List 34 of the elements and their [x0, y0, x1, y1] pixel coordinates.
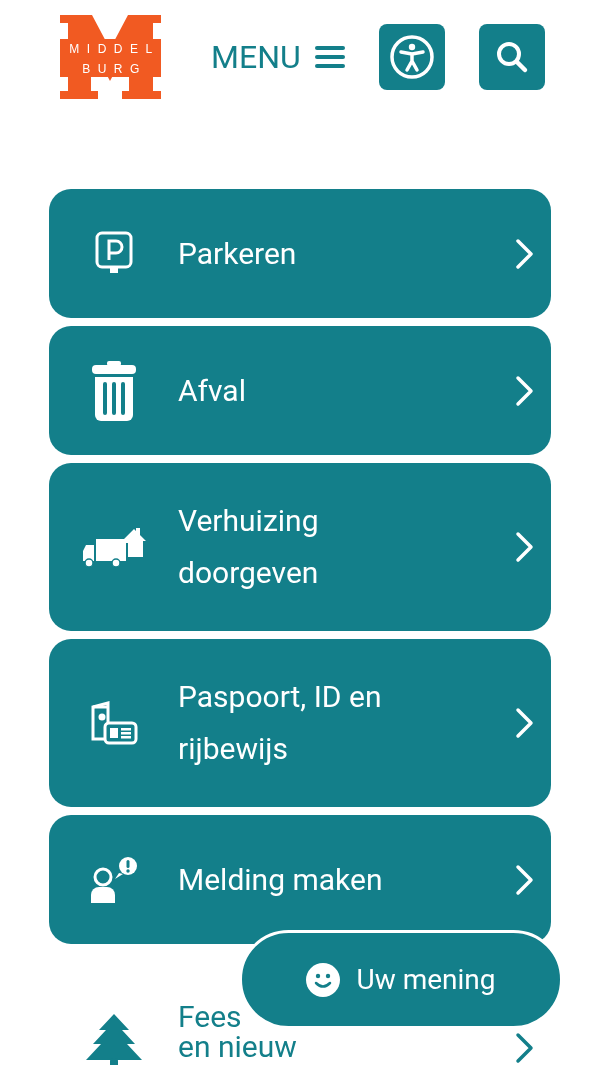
- search-button[interactable]: [478, 24, 545, 90]
- menu-button[interactable]: MENU: [211, 38, 345, 76]
- logo-text: BURG: [81, 63, 148, 75]
- service-tile[interactable]: Parkeren: [49, 189, 551, 318]
- chevron-right-icon: [515, 1032, 535, 1064]
- truck-and-house-icon: [81, 525, 146, 569]
- service-tile[interactable]: Paspoort, ID en rijbewijs: [49, 639, 551, 807]
- chevron-right-icon: [515, 707, 535, 739]
- trash-can-icon: [90, 360, 137, 421]
- service-tile[interactable]: Verhuizing doorgeven: [49, 463, 551, 631]
- chevron-right-icon: [515, 374, 535, 407]
- menu-icon: [314, 45, 345, 69]
- logo-drawing[interactable]: [60, 15, 161, 99]
- logo-text: MIDDEL: [68, 43, 161, 55]
- chevron-right-icon: [515, 531, 535, 563]
- tile-label: Paspoort, ID en rijbewijs: [178, 678, 383, 768]
- service-tile[interactable]: Afval: [49, 326, 551, 455]
- tile-label: Afval: [178, 371, 247, 410]
- id-card-icon: [89, 699, 138, 747]
- smiley-icon: [306, 962, 341, 997]
- accessibility-button[interactable]: [378, 24, 445, 90]
- tile-label: Melding maken: [178, 860, 384, 899]
- search-icon: [494, 40, 529, 74]
- service-tile[interactable]: Melding maken: [49, 815, 551, 944]
- chevron-right-icon: [515, 237, 535, 270]
- tile-label: Parkeren: [178, 234, 298, 273]
- tile-label-line[interactable]: Fees: [178, 1002, 242, 1032]
- accessibility-icon: [388, 34, 435, 80]
- person-with-alert-icon: [88, 856, 139, 903]
- feedback-button[interactable]: Uw mening: [239, 930, 563, 1029]
- tile-label-line[interactable]: en nieuw: [178, 1032, 297, 1062]
- tree-icon: [84, 1014, 143, 1065]
- tile-label: Verhuizing doorgeven: [178, 502, 320, 592]
- chevron-right-icon: [515, 863, 535, 896]
